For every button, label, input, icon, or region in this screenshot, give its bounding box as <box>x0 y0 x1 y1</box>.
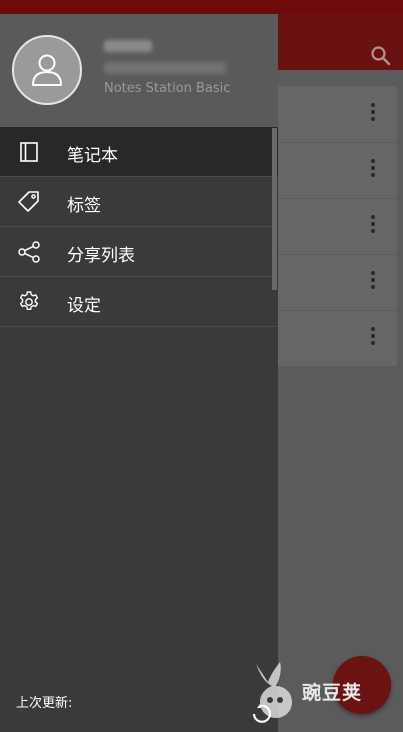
watermark-logo-icon <box>252 662 292 723</box>
app-root: Notes Station Basic 笔记本 标签 分享列表 设定 上次更新:… <box>0 0 403 732</box>
drawer-item-settings[interactable]: 设定 <box>0 277 278 327</box>
drawer-item-notebook[interactable]: 笔记本 <box>0 127 278 177</box>
list-item[interactable] <box>270 254 397 311</box>
username-redacted <box>104 40 152 52</box>
watermark-text: 豌豆荚 <box>302 682 363 704</box>
account-redacted <box>104 62 226 74</box>
list-item[interactable] <box>270 86 397 143</box>
more-options-icon[interactable] <box>371 103 375 121</box>
drawer-item-label: 设定 <box>67 296 101 316</box>
tag-icon <box>17 190 41 214</box>
drawer-item-share-list[interactable]: 分享列表 <box>0 227 278 277</box>
drawer-item-tags[interactable]: 标签 <box>0 177 278 227</box>
search-icon[interactable] <box>369 44 393 68</box>
drawer-menu: 笔记本 标签 分享列表 设定 <box>0 127 278 327</box>
user-icon <box>32 54 62 86</box>
more-options-icon[interactable] <box>371 159 375 177</box>
more-options-icon[interactable] <box>371 327 375 345</box>
drawer-item-label: 分享列表 <box>67 246 135 266</box>
navigation-drawer: Notes Station Basic 笔记本 标签 分享列表 设定 上次更新: <box>0 14 278 732</box>
share-icon <box>17 240 41 264</box>
list-item[interactable] <box>270 310 397 366</box>
more-options-icon[interactable] <box>371 215 375 233</box>
notebook-icon <box>17 140 41 164</box>
drawer-header: Notes Station Basic <box>0 14 278 127</box>
drawer-scrollbar[interactable] <box>272 128 277 290</box>
list-item[interactable] <box>270 198 397 255</box>
last-updated-label: 上次更新: <box>16 696 73 711</box>
plan-label: Notes Station Basic <box>104 81 231 96</box>
status-bar <box>0 0 403 14</box>
list-item[interactable] <box>270 142 397 199</box>
watermark: 豌豆荚 <box>250 660 380 726</box>
drawer-item-label: 标签 <box>67 196 101 216</box>
avatar[interactable] <box>12 35 82 105</box>
drawer-item-label: 笔记本 <box>67 146 118 166</box>
gear-icon <box>17 290 41 314</box>
more-options-icon[interactable] <box>371 271 375 289</box>
